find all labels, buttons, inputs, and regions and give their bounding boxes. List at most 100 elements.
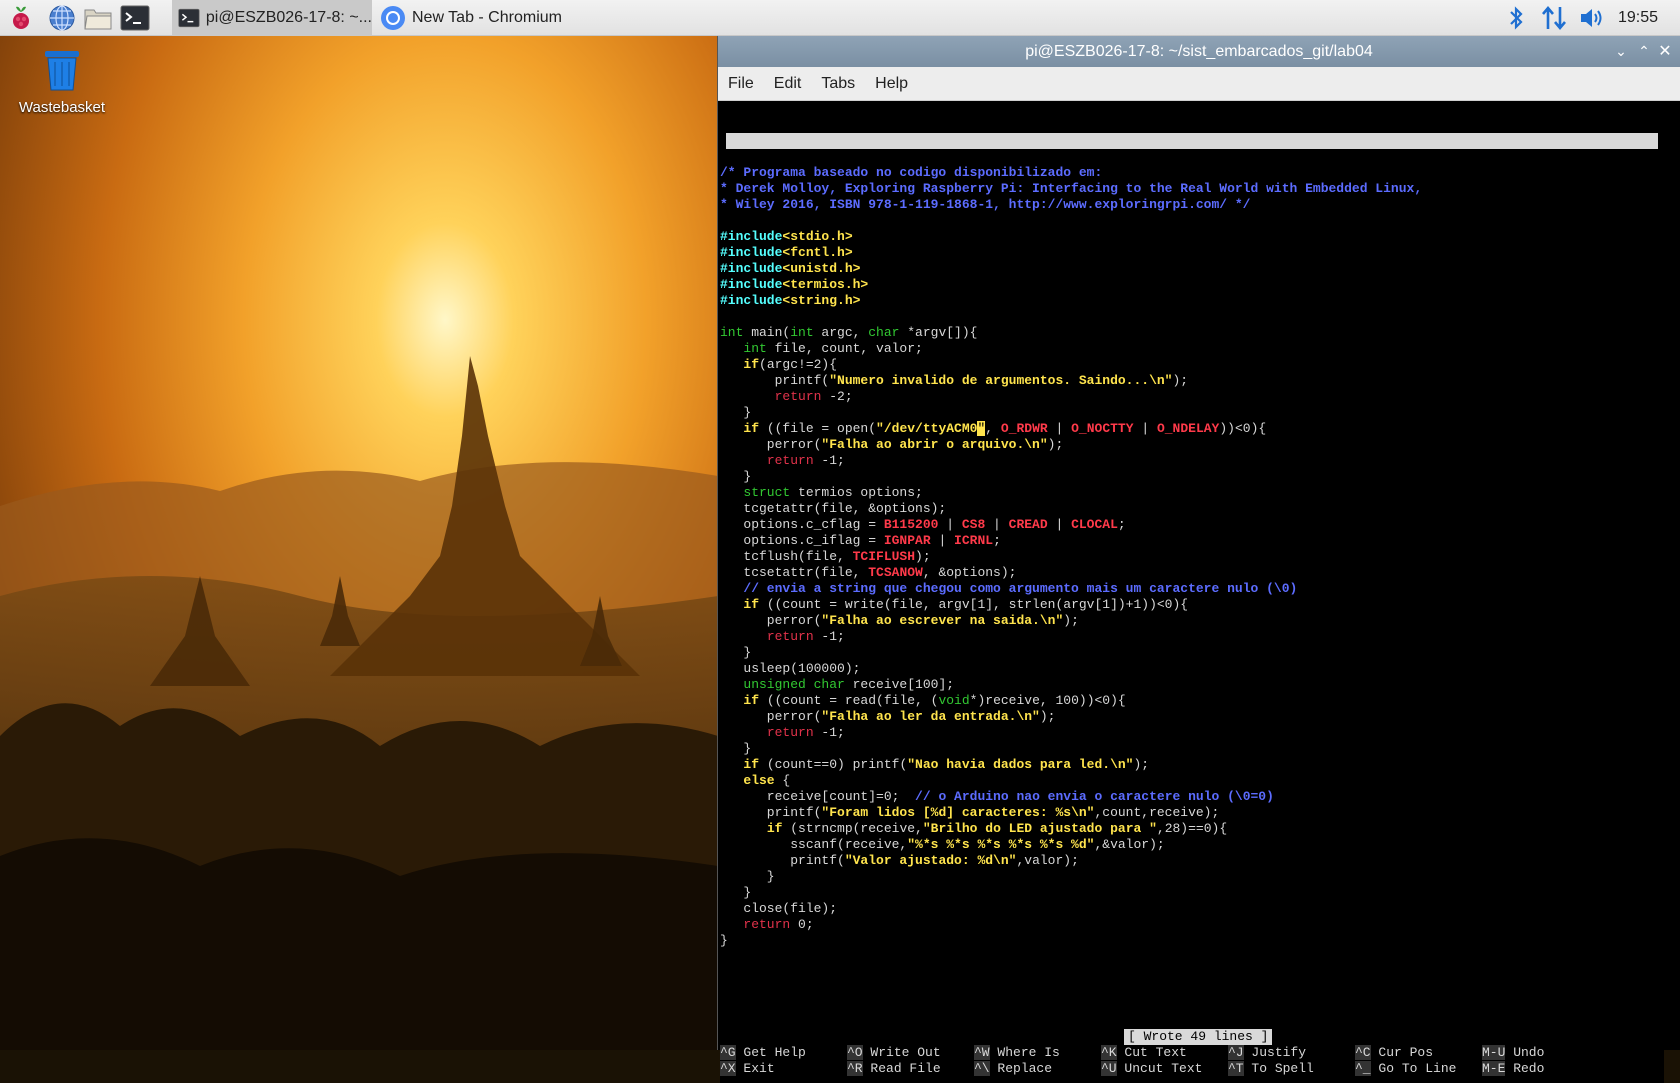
shortcut-label: Get Help (735, 1045, 806, 1060)
code-token: printf( (720, 853, 845, 868)
nano-shortcut[interactable]: ^\ Replace (974, 1061, 1052, 1077)
code-token: struct (743, 485, 791, 500)
desktop-icon-wastebasket[interactable]: Wastebasket (10, 48, 114, 116)
maximize-icon[interactable]: ⌃ (1633, 36, 1655, 67)
nano-shortcut[interactable]: ^O Write Out (847, 1045, 941, 1061)
code-token: if (743, 357, 760, 372)
code-token: O_NDELAY (1156, 421, 1220, 436)
code-line: * Wiley 2016, ISBN 978-1-119-1868-1, htt… (720, 197, 1422, 213)
bluetooth-icon[interactable] (1505, 4, 1527, 32)
shortcut-key: ^U (1101, 1061, 1117, 1076)
nano-shortcut[interactable]: ^C Cur Pos (1355, 1045, 1433, 1061)
code-token: "Nao havia dados para led.\n" (907, 757, 1134, 772)
terminal-launcher-icon[interactable] (120, 3, 150, 33)
code-token: } (720, 741, 752, 756)
nano-shortcut[interactable]: ^G Get Help (720, 1045, 806, 1061)
code-token: ((count = read(file, ( (759, 693, 939, 708)
shortcut-label: Undo (1505, 1045, 1545, 1060)
nano-shortcut[interactable]: ^T To Spell (1228, 1061, 1314, 1077)
web-browser-icon[interactable] (47, 3, 77, 33)
code-token: | (1047, 517, 1072, 532)
code-token: { (774, 773, 791, 788)
code-line: usleep(100000); (720, 661, 1422, 677)
shortcut-label: Cur Pos (1370, 1045, 1434, 1060)
code-token: #include (720, 245, 783, 260)
code-line: receive[count]=0; // o Arduino nao envia… (720, 789, 1422, 805)
nano-shortcut[interactable]: ^J Justify (1228, 1045, 1306, 1061)
file-manager-icon[interactable] (83, 3, 113, 33)
code-line: if ((count = write(file, argv[1], strlen… (720, 597, 1422, 613)
code-token: #include (720, 261, 783, 276)
code-token: else (743, 773, 775, 788)
code-token: if (743, 421, 760, 436)
menu-tabs[interactable]: Tabs (821, 75, 855, 93)
clock[interactable]: 19:55 (1618, 0, 1658, 36)
menu-help[interactable]: Help (875, 75, 908, 93)
code-token: * Wiley 2016, ISBN 978-1-119-1868-1, htt… (720, 197, 1251, 212)
volume-icon[interactable] (1577, 4, 1607, 32)
close-icon[interactable]: ✕ (1654, 36, 1676, 67)
nano-shortcut[interactable]: ^R Read File (847, 1061, 941, 1077)
code-line: printf("Valor ajustado: %d\n",valor); (720, 853, 1422, 869)
code-token: if (743, 757, 760, 772)
shortcut-key: ^X (720, 1061, 736, 1076)
window-titlebar[interactable]: pi@ESZB026-17-8: ~/sist_embarcados_git/l… (718, 36, 1680, 67)
task-chromium[interactable]: New Tab - Chromium (374, 0, 572, 36)
nano-shortcut[interactable]: M-U Undo (1482, 1045, 1544, 1061)
window-title: pi@ESZB026-17-8: ~/sist_embarcados_git/l… (1025, 43, 1373, 60)
code-token: return (766, 725, 814, 740)
task-terminal[interactable]: pi@ESZB026-17-8: ~... (172, 0, 372, 36)
nano-editor[interactable]: GNU nano 3.2 comando.c /* Programa basea… (720, 133, 1664, 1083)
shortcut-key: ^R (847, 1061, 863, 1076)
code-token: B115200 (883, 517, 939, 532)
code-line: options.c_cflag = B115200 | CS8 | CREAD … (720, 517, 1422, 533)
code-token: return (774, 389, 822, 404)
code-token: usleep(100000); (720, 661, 861, 676)
code-area[interactable]: /* Programa baseado no codigo disponibil… (720, 165, 1422, 949)
minimize-icon[interactable]: ⌄ (1610, 36, 1632, 67)
code-token: if (743, 693, 760, 708)
nano-shortcut[interactable]: ^_ Go To Line (1355, 1061, 1456, 1077)
nano-shortcut[interactable]: ^X Exit (720, 1061, 775, 1077)
menu-edit[interactable]: Edit (774, 75, 802, 93)
code-token: <termios.h> (782, 277, 869, 292)
shortcut-key: ^G (720, 1045, 736, 1060)
shortcut-label: Read File (862, 1061, 941, 1076)
network-icon[interactable] (1539, 4, 1569, 32)
code-token: int (720, 325, 744, 340)
nano-shortcut[interactable]: M-E Redo (1482, 1061, 1544, 1077)
task-terminal-label: pi@ESZB026-17-8: ~... (205, 9, 372, 26)
code-token: termios options; (790, 485, 923, 500)
code-token: } (720, 885, 752, 900)
code-token: file, count, valor; (766, 341, 923, 356)
code-line: } (720, 933, 1422, 949)
code-line: if ((file = open("/dev/ttyACM0", O_RDWR … (720, 421, 1422, 437)
code-line: } (720, 405, 1422, 421)
code-token: | (985, 517, 1009, 532)
code-token: int (743, 341, 767, 356)
shortcut-label: Uncut Text (1116, 1061, 1203, 1076)
code-line: return -2; (720, 389, 1422, 405)
code-line: #include<stdio.h> (720, 229, 1422, 245)
code-token: ); (915, 549, 931, 564)
nano-shortcut[interactable]: ^W Where Is (974, 1045, 1060, 1061)
code-line: return -1; (720, 453, 1422, 469)
code-token: receive[count]=0; (720, 789, 916, 804)
nano-shortcut[interactable]: ^K Cut Text (1101, 1045, 1187, 1061)
code-token: return (766, 453, 814, 468)
menu-file[interactable]: File (728, 75, 754, 93)
code-line: #include<unistd.h> (720, 261, 1422, 277)
shortcut-label: Exit (735, 1061, 775, 1076)
nano-shortcut[interactable]: ^U Uncut Text (1101, 1061, 1202, 1077)
code-line: } (720, 869, 1422, 885)
code-token: "Falha ao escrever na saida.\n" (821, 613, 1064, 628)
code-token: ))<0){ (1219, 421, 1267, 436)
code-token: ; (1117, 517, 1126, 532)
raspberry-menu-icon[interactable] (6, 3, 36, 33)
